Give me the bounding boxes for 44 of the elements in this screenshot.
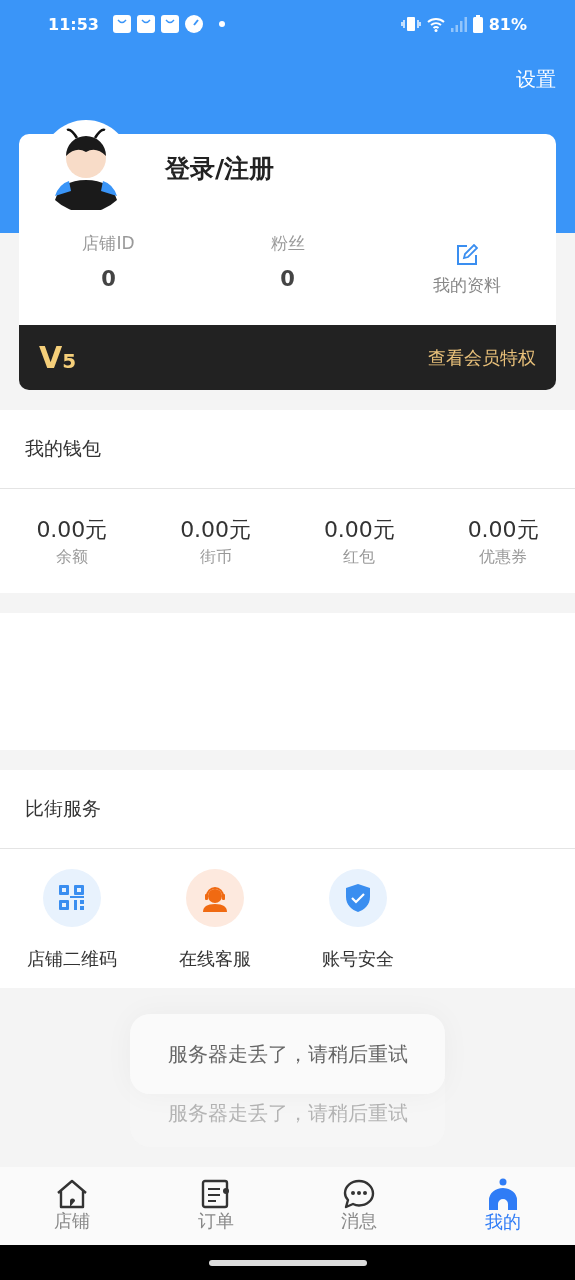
wallet-amount[interactable]: 0.00元 — [36, 514, 108, 545]
home-handle[interactable] — [208, 1259, 367, 1266]
wifi-icon — [426, 16, 445, 32]
chat-bubble-icon — [343, 1179, 376, 1209]
stat-label: 店铺ID — [82, 232, 135, 255]
section-title: 我的钱包 — [25, 436, 101, 461]
tab[interactable]: 店铺 — [0, 1167, 144, 1245]
battery-icon — [472, 15, 483, 33]
wallet-amount[interactable]: 0.00元 — [180, 514, 252, 545]
tab[interactable]: 我的 — [431, 1167, 575, 1245]
wallet-label: 优惠券 — [479, 546, 528, 568]
my-profile-link[interactable]: 我的资料 — [432, 274, 501, 297]
stat-value: 0 — [101, 267, 116, 291]
stat-label: 粉丝 — [270, 232, 305, 255]
signal-icon — [450, 16, 467, 32]
stat-value: 0 — [280, 267, 295, 291]
edit-icon[interactable] — [455, 244, 478, 266]
tab[interactable]: 消息 — [287, 1167, 432, 1245]
house-icon — [55, 1179, 88, 1209]
wallet-label: 余额 — [55, 546, 88, 568]
wallet-label: 红包 — [343, 546, 376, 568]
wallet-label: 街币 — [199, 546, 232, 568]
document-icon — [200, 1179, 231, 1209]
login-register-link[interactable]: 登录/注册 — [165, 152, 275, 185]
shopping-bag-icon — [160, 15, 179, 33]
person-icon — [487, 1178, 520, 1210]
shield-check-icon — [345, 884, 370, 912]
section-title: 比街服务 — [25, 796, 101, 821]
dot-icon — [218, 21, 225, 27]
gauge-icon — [184, 15, 203, 33]
wallet-amount[interactable]: 0.00元 — [323, 514, 395, 545]
wallet-amount[interactable]: 0.00元 — [467, 514, 539, 545]
shopping-bag-icon — [112, 15, 131, 33]
qr-code-icon — [58, 885, 85, 911]
shopping-bag-icon — [136, 15, 155, 33]
battery-percent: 81% — [488, 14, 527, 34]
status-time: 11:53 — [48, 14, 99, 34]
service-label[interactable]: 账号安全 — [321, 947, 394, 971]
vibrate-icon — [400, 16, 421, 32]
toast-message: 服务器走丢了，请稍后重试 — [130, 1014, 445, 1094]
service-label[interactable]: 在线客服 — [178, 947, 251, 971]
tab[interactable]: 订单 — [143, 1167, 288, 1245]
member-privileges-link[interactable]: 查看会员特权 — [428, 345, 536, 370]
service-label[interactable]: 店铺二维码 — [26, 947, 117, 971]
